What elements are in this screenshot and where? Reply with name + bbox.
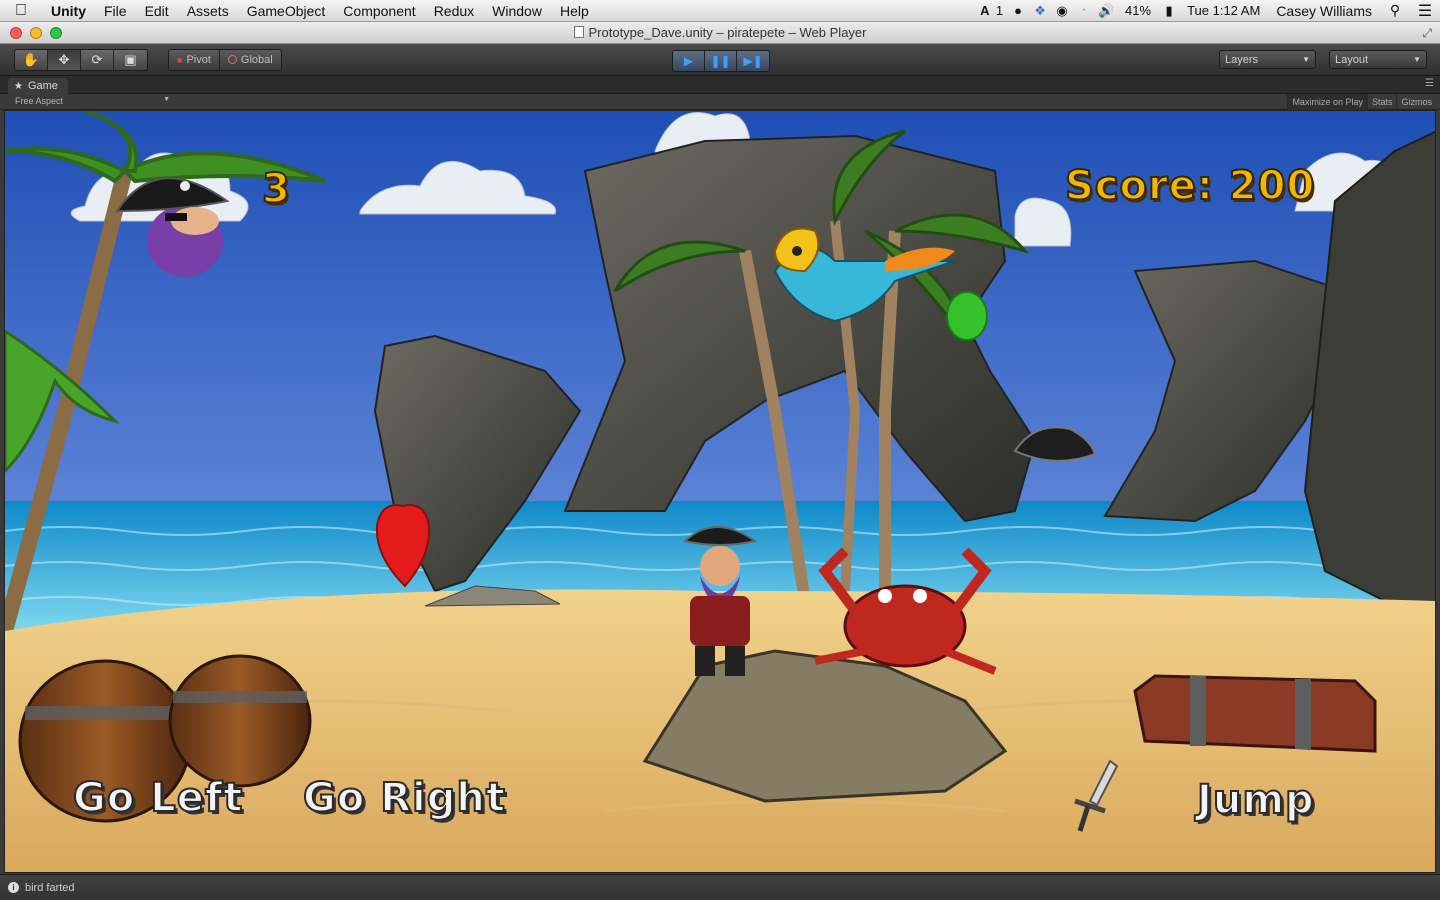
apple-icon[interactable]:  [0,2,42,20]
aspect-dropdown[interactable]: Free Aspect ▼ [15,96,170,106]
menu-app-unity[interactable]: Unity [42,3,95,19]
rotate-tool-icon[interactable]: ⟳ [81,49,114,70]
panel-menu-icon[interactable]: ☰ [1425,78,1434,89]
stats-toggle[interactable]: Stats [1366,94,1397,110]
chevron-down-icon: ▼ [163,96,170,103]
clock[interactable]: Tue 1:12 AM [1179,3,1268,18]
battery-icon[interactable]: ▮ [1159,0,1179,22]
playback-controls: ▶ ❚❚ ▶❚ [672,50,770,72]
info-icon: i [8,882,19,893]
status-message: bird farted [25,881,75,894]
menu-file[interactable]: File [95,3,136,19]
jump-button[interactable]: Jump [1196,776,1315,824]
treasure-chest [1133,674,1377,753]
tab-game[interactable]: ★ Game [8,78,68,94]
menu-window[interactable]: Window [483,3,551,19]
wifi-icon[interactable]: ◉ [1051,0,1073,22]
menu-help[interactable]: Help [551,3,598,19]
go-right-button[interactable]: Go Right [302,774,506,822]
maximize-on-play-toggle[interactable]: Maximize on Play [1287,94,1367,110]
game-view-icon: ★ [14,80,23,92]
pause-icon[interactable]: ❚❚ [705,51,737,71]
transform-tools: ✋ ✥ ⟳ ▣ [14,48,148,71]
adobe-icon[interactable]: A [974,0,996,22]
fullscreen-icon[interactable]: ⤢ [1422,26,1432,41]
battery-percent[interactable]: 41% [1117,3,1159,18]
score-label: Score: 200 [1064,162,1316,210]
lives-counter: 3 [261,165,291,213]
game-scene [5,111,1435,872]
menu-edit[interactable]: Edit [136,3,178,19]
volume-icon[interactable]: 🔊 [1095,0,1117,22]
console-status-bar[interactable]: i bird farted [0,874,1440,900]
menu-component[interactable]: Component [334,3,424,19]
layers-dropdown[interactable]: Layers ▼ [1219,50,1316,69]
menu-redux[interactable]: Redux [425,3,483,19]
pivot-icon: ■ [177,54,183,65]
unity-toolbar: ✋ ✥ ⟳ ▣ ■ Pivot Global ▶ ❚❚ ▶❚ Layers ▼ La… [0,44,1440,76]
user-name[interactable]: Casey Williams [1268,3,1380,19]
menu-bar:  Unity File Edit Assets GameObject Comp… [0,0,1440,22]
close-window-button[interactable] [10,26,22,39]
play-icon[interactable]: ▶ [673,51,705,71]
gizmos-dropdown[interactable]: Gizmos [1396,94,1436,110]
bluetooth-icon[interactable]: ᛫ [1073,0,1095,22]
notification-center-icon[interactable]: ☰ [1410,0,1440,22]
menu-assets[interactable]: Assets [178,3,238,19]
green-balloon [946,291,988,341]
game-panel-tabbar: ★ Game ☰ [0,76,1440,94]
zoom-window-button[interactable] [50,26,62,39]
menu-gameobject[interactable]: GameObject [238,3,335,19]
step-icon[interactable]: ▶❚ [737,51,769,71]
game-viewport[interactable]: 3 Score: 200 Go Left Go Right Jump [4,110,1436,873]
global-button[interactable]: Global [219,49,281,70]
game-view-controls: Free Aspect ▼ Maximize on Play Stats Gizm… [0,94,1440,110]
scale-tool-icon[interactable]: ▣ [114,49,147,70]
layout-dropdown[interactable]: Layout ▼ [1329,50,1427,69]
evernote-icon[interactable]: ● [1007,0,1029,22]
pivot-button[interactable]: ■ Pivot [169,49,220,70]
spotlight-search-icon[interactable]: ⚲ [1380,0,1410,22]
document-icon [573,26,584,38]
minimize-window-button[interactable] [30,26,42,39]
chevron-down-icon: ▼ [1302,55,1310,64]
window-title: Prototype_Dave.unity – piratepete – Web … [588,25,867,40]
dropbox-icon[interactable]: ❖ [1029,0,1051,22]
window-title-bar: Prototype_Dave.unity – piratepete – Web … [0,22,1440,44]
adobe-count: 1 [995,3,1004,18]
move-tool-icon[interactable]: ✥ [48,49,81,70]
go-left-button[interactable]: Go Left [72,774,243,822]
chevron-down-icon: ▼ [1413,55,1421,64]
hand-tool-icon[interactable]: ✋ [15,49,48,70]
pivot-toggle-group: ■ Pivot Global [168,48,282,71]
global-icon [227,55,237,64]
